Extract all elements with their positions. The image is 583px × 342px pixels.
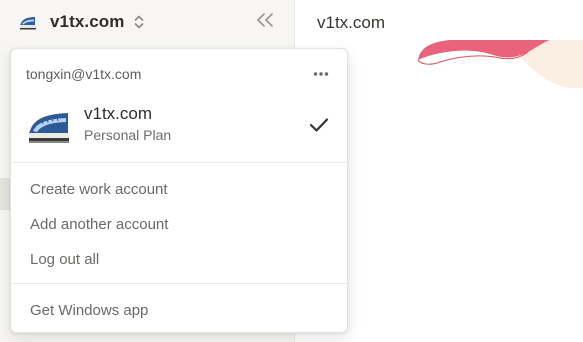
cover-illustration bbox=[417, 40, 583, 89]
chevron-up-down-icon bbox=[133, 14, 145, 30]
app-window: v1tx.com v1tx.com tongxin@v1tx.com v1tx.… bbox=[0, 0, 583, 342]
account-plan: Personal Plan bbox=[84, 127, 172, 143]
menu-divider bbox=[11, 162, 347, 163]
more-options-button[interactable] bbox=[309, 63, 333, 83]
train-icon bbox=[18, 12, 38, 32]
double-chevron-left-icon bbox=[255, 12, 275, 33]
add-another-account-item[interactable]: Add another account bbox=[11, 208, 347, 240]
check-icon bbox=[308, 115, 330, 135]
account-item[interactable]: v1tx.com Personal Plan bbox=[11, 95, 347, 157]
menu-divider bbox=[11, 283, 347, 284]
account-name: v1tx.com bbox=[84, 104, 153, 123]
account-email: tongxin@v1tx.com bbox=[26, 66, 142, 82]
log-out-all-item[interactable]: Log out all bbox=[11, 243, 347, 275]
get-windows-app-item[interactable]: Get Windows app bbox=[11, 294, 347, 326]
more-horizontal-icon bbox=[313, 64, 329, 82]
account-menu: tongxin@v1tx.com v1tx.com Personal Plan … bbox=[10, 48, 348, 333]
workspace-switcher[interactable]: v1tx.com bbox=[12, 6, 151, 38]
collapse-sidebar-button[interactable] bbox=[252, 10, 278, 34]
page-title: v1tx.com bbox=[317, 13, 386, 32]
create-work-account-item[interactable]: Create work account bbox=[11, 173, 347, 205]
sidebar-selected-item[interactable] bbox=[0, 178, 10, 210]
train-icon bbox=[28, 107, 70, 145]
workspace-name: v1tx.com bbox=[50, 12, 125, 31]
